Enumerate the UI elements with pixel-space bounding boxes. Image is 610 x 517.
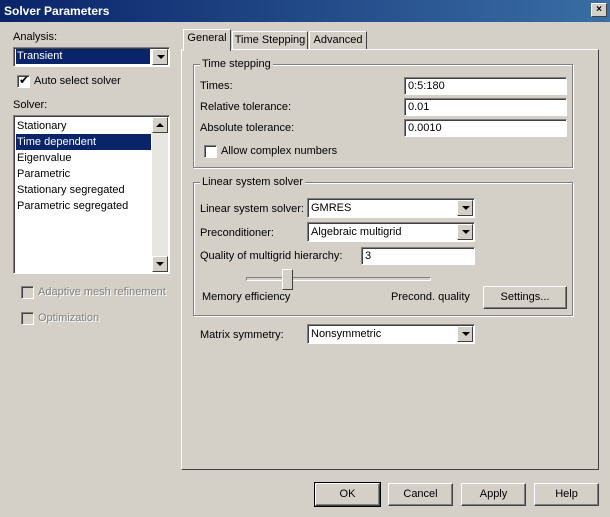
matrix-symmetry-value: Nonsymmetric xyxy=(311,328,382,340)
abs-tol-label: Absolute tolerance: xyxy=(200,122,295,134)
list-item-parametric-segregated[interactable]: Parametric segregated xyxy=(16,198,151,214)
optimization-checkbox[interactable] xyxy=(21,312,34,325)
list-item-parametric[interactable]: Parametric xyxy=(16,166,151,182)
scroll-down-icon[interactable] xyxy=(152,256,168,272)
list-item-time-dependent[interactable]: Time dependent xyxy=(16,134,151,150)
checkmark-icon: ✔ xyxy=(19,73,30,87)
precond-quality-label: Precond. quality xyxy=(391,291,470,303)
times-label: Times: xyxy=(200,80,233,92)
chevron-down-icon[interactable] xyxy=(457,200,473,216)
scroll-up-icon[interactable] xyxy=(152,117,168,133)
analysis-dropdown[interactable]: Transient xyxy=(13,47,170,67)
abs-tol-input[interactable]: 0.0010 xyxy=(404,119,567,137)
title-bar: Solver Parameters × xyxy=(0,0,610,22)
tab-general[interactable]: General xyxy=(183,29,231,51)
chevron-down-icon[interactable] xyxy=(457,326,473,342)
linear-solver-title: Linear system solver xyxy=(200,175,305,189)
preconditioner-dropdown[interactable]: Algebraic multigrid xyxy=(307,222,475,242)
linear-solver-dropdown[interactable]: GMRES xyxy=(307,198,475,218)
apply-button[interactable]: Apply xyxy=(461,483,526,506)
quality-value: 3 xyxy=(365,250,372,262)
matrix-symmetry-label: Matrix symmetry: xyxy=(200,329,284,341)
quality-slider-track[interactable] xyxy=(246,277,431,281)
close-button[interactable]: × xyxy=(591,3,607,17)
cancel-button[interactable]: Cancel xyxy=(388,483,453,506)
window-title: Solver Parameters xyxy=(4,4,110,18)
adaptive-mesh-checkbox[interactable] xyxy=(21,286,34,299)
solver-list-scrollbar[interactable] xyxy=(152,117,168,272)
quality-label: Quality of multigrid hierarchy: xyxy=(200,250,343,262)
auto-select-checkbox[interactable]: ✔ xyxy=(17,73,30,88)
list-item-stationary[interactable]: Stationary xyxy=(16,118,151,134)
times-input[interactable]: 0:5:180 xyxy=(404,77,567,95)
rel-tol-input[interactable]: 0.01 xyxy=(404,98,567,116)
complex-numbers-label: Allow complex numbers xyxy=(221,145,338,157)
quality-input[interactable]: 3 xyxy=(361,247,475,265)
complex-numbers-checkbox[interactable] xyxy=(204,145,217,158)
optimization-label: Optimization xyxy=(38,312,100,324)
preconditioner-label: Preconditioner: xyxy=(200,227,274,239)
quality-slider-thumb[interactable] xyxy=(282,269,293,290)
time-stepping-title: Time stepping xyxy=(200,57,273,71)
solver-list[interactable]: Stationary Time dependent Eigenvalue Par… xyxy=(13,115,170,274)
solver-label: Solver: xyxy=(13,99,48,111)
analysis-value: Transient xyxy=(16,49,150,64)
rel-tol-value: 0.01 xyxy=(408,101,430,113)
settings-button[interactable]: Settings... xyxy=(483,286,567,309)
memory-efficiency-label: Memory efficiency xyxy=(202,291,291,303)
rel-tol-label: Relative tolerance: xyxy=(200,101,292,113)
close-icon: × xyxy=(596,4,602,15)
ok-button[interactable]: OK xyxy=(314,482,381,507)
chevron-down-icon[interactable] xyxy=(457,224,473,240)
linear-solver-label: Linear system solver: xyxy=(200,203,304,215)
list-item-stationary-segregated[interactable]: Stationary segregated xyxy=(16,182,151,198)
times-value: 0:5:180 xyxy=(408,80,445,92)
list-item-eigenvalue[interactable]: Eigenvalue xyxy=(16,150,151,166)
adaptive-mesh-label: Adaptive mesh refinement xyxy=(38,286,166,298)
auto-select-label: Auto select solver xyxy=(34,75,121,87)
analysis-label: Analysis: xyxy=(13,31,58,43)
tab-time-stepping[interactable]: Time Stepping xyxy=(232,31,308,51)
tab-advanced[interactable]: Advanced xyxy=(309,31,367,51)
abs-tol-value: 0.0010 xyxy=(408,122,442,134)
matrix-symmetry-dropdown[interactable]: Nonsymmetric xyxy=(307,324,475,344)
linear-solver-value: GMRES xyxy=(311,202,352,214)
chevron-down-icon[interactable] xyxy=(152,49,168,65)
preconditioner-value: Algebraic multigrid xyxy=(311,226,402,238)
help-button[interactable]: Help xyxy=(534,483,599,506)
